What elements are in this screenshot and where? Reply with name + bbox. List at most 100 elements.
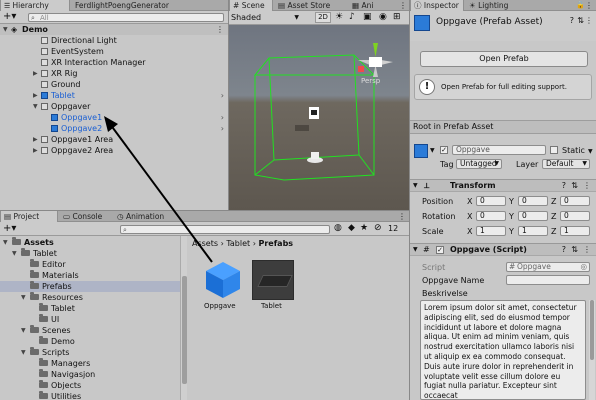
oppgave-name-field[interactable] <box>506 275 590 285</box>
more-icon[interactable]: ⋮ <box>583 180 591 192</box>
help-icon[interactable]: ? <box>570 16 574 25</box>
expand-arrow-icon[interactable]: ▼ <box>12 248 17 259</box>
more-icon[interactable]: ⋮ <box>398 211 406 222</box>
expand-arrow-icon[interactable]: ▶ <box>33 90 38 101</box>
settings-icon[interactable]: ⇅ <box>577 16 584 25</box>
transform-header[interactable]: ▼ ⟂ Transform ? ⇅ ⋮ <box>410 179 596 192</box>
folder-materials[interactable]: Materials <box>0 270 180 281</box>
expand-arrow-icon[interactable]: ▼ <box>3 237 8 248</box>
folder-resources-tablet[interactable]: Tablet <box>0 303 180 314</box>
chevron-right-icon[interactable]: › <box>221 90 224 101</box>
folder-objects[interactable]: Objects <box>0 380 180 391</box>
tab-project[interactable]: ▤ Project <box>0 211 58 222</box>
hidden-packages-icon[interactable]: ⊘ <box>374 223 382 233</box>
chevron-right-icon[interactable]: › <box>221 112 224 123</box>
tab-hierarchy[interactable]: ☰ Hierarchy <box>0 0 70 11</box>
add-icon[interactable]: +▾ <box>3 222 16 235</box>
hierarchy-item-tablet[interactable]: ▶ Tablet › <box>0 90 228 101</box>
gizmos-icon[interactable]: ⊞ <box>393 12 401 22</box>
active-checkbox[interactable]: ✓ <box>440 146 448 154</box>
more-icon[interactable]: ⋮ <box>585 16 593 25</box>
static-checkbox[interactable] <box>550 146 558 154</box>
panel-divider-horizontal[interactable] <box>0 210 409 211</box>
hierarchy-item-xr-interaction-manager[interactable]: XR Interaction Manager <box>0 57 228 68</box>
folder-resources[interactable]: ▼ Resources <box>0 292 180 303</box>
expand-arrow-icon[interactable]: ▼ <box>21 292 26 303</box>
tab-scene[interactable]: # Scene <box>229 0 273 11</box>
project-search-input[interactable]: ⌕ <box>120 225 330 234</box>
open-prefab-button[interactable]: Open Prefab <box>420 51 588 67</box>
scrollbar-thumb[interactable] <box>182 276 187 384</box>
rotation-y-field[interactable]: 0 <box>518 211 548 221</box>
folder-utilities[interactable]: Utilities <box>0 391 180 400</box>
folder-tree-scrollbar[interactable] <box>180 236 187 400</box>
tab-console[interactable]: ▭ Console <box>60 211 112 222</box>
tab-animator[interactable]: ▦ Ani <box>349 0 389 11</box>
position-x-field[interactable]: 0 <box>476 196 506 206</box>
hierarchy-item-xr-rig[interactable]: ▶ XR Rig <box>0 68 228 79</box>
filter-type-icon[interactable]: ◍ <box>334 223 342 233</box>
rotation-x-field[interactable]: 0 <box>476 211 506 221</box>
beskrivelse-textarea[interactable]: Lorem ipsum dolor sit amet, consectetur … <box>420 300 586 400</box>
add-icon[interactable]: +▾ <box>3 11 16 23</box>
breadcrumb-tablet[interactable]: Tablet <box>226 239 250 248</box>
lock-icon[interactable]: 🔒 <box>576 0 585 11</box>
panel-divider-vertical[interactable] <box>409 0 410 400</box>
filter-label-icon[interactable]: ◆ <box>348 223 355 233</box>
object-name-field[interactable]: Oppgave <box>452 145 546 155</box>
panel-divider-vertical[interactable] <box>228 0 229 210</box>
position-z-field[interactable]: 0 <box>560 196 590 206</box>
more-icon[interactable]: ⋮ <box>399 0 407 11</box>
hierarchy-item-oppgave1-area[interactable]: ▶ Oppgave1 Area <box>0 134 228 145</box>
folder-ui[interactable]: UI <box>0 314 180 325</box>
help-icon[interactable]: ? <box>562 180 566 192</box>
audio-toggle-icon[interactable]: ♪ <box>349 12 355 22</box>
scale-y-field[interactable]: 1 <box>518 226 548 236</box>
tab-inspector[interactable]: ⓘ Inspector <box>410 0 464 11</box>
preset-icon[interactable]: ⇅ <box>571 244 578 256</box>
chevron-right-icon[interactable]: › <box>221 123 224 134</box>
hierarchy-item-ground[interactable]: Ground <box>0 79 228 90</box>
script-header[interactable]: ▼ # ✓ Oppgave (Script) ? ⇅ ⋮ <box>410 243 596 256</box>
asset-oppgave[interactable]: Oppgave <box>200 258 246 314</box>
lighting-toggle-icon[interactable]: ☀ <box>335 12 343 22</box>
orientation-gizmo[interactable]: Persp <box>355 41 395 85</box>
scene-row[interactable]: ▼ ◈ Demo ⋮ <box>0 24 228 35</box>
breadcrumb-prefabs[interactable]: Prefabs <box>258 239 293 248</box>
script-enabled-checkbox[interactable]: ✓ <box>436 246 444 254</box>
scrollbar-thumb[interactable] <box>590 300 594 360</box>
folder-assets[interactable]: ▼ Assets <box>0 237 180 248</box>
scene-viewport[interactable]: Persp <box>229 25 409 210</box>
expand-arrow-icon[interactable]: ▶ <box>33 134 38 145</box>
hierarchy-item-directional-light[interactable]: Directional Light <box>0 35 228 46</box>
folder-editor[interactable]: Editor <box>0 259 180 270</box>
shading-mode-dropdown[interactable]: Shaded ▼ <box>231 12 301 23</box>
folder-prefabs[interactable]: Prefabs <box>0 281 180 292</box>
hierarchy-search-input[interactable]: ⌕ All <box>28 13 224 22</box>
tab-lighting[interactable]: ☀ Lighting <box>466 0 522 11</box>
more-icon[interactable]: ⋮ <box>583 244 591 256</box>
target-icon[interactable]: ◎ <box>580 263 587 271</box>
toggle-2d-button[interactable]: 2D <box>315 12 331 23</box>
more-icon[interactable]: ⋮ <box>216 24 224 35</box>
tab-ferdlight[interactable]: FerdlightPoengGenerator <box>72 0 228 11</box>
effects-icon[interactable]: ▣ <box>363 12 372 22</box>
more-icon[interactable]: ⋮ <box>585 0 593 11</box>
favorite-icon[interactable]: ★ <box>360 223 368 233</box>
preset-icon[interactable]: ⇅ <box>571 180 578 192</box>
asset-tablet[interactable]: Tablet <box>250 258 296 314</box>
expand-arrow-icon[interactable]: ▼ <box>3 24 8 35</box>
folder-managers[interactable]: Managers <box>0 358 180 369</box>
scale-z-field[interactable]: 1 <box>560 226 590 236</box>
tag-dropdown[interactable]: Untagged ▼ <box>456 159 502 169</box>
layer-dropdown[interactable]: Default ▼ <box>542 159 590 169</box>
tab-animation[interactable]: ◷ Animation <box>114 211 174 222</box>
folder-scripts[interactable]: ▼ Scripts <box>0 347 180 358</box>
folder-navigasjon[interactable]: Navigasjon <box>0 369 180 380</box>
expand-arrow-icon[interactable]: ▼ <box>21 325 26 336</box>
hierarchy-item-oppgave2[interactable]: Oppgave2 › <box>0 123 228 134</box>
hierarchy-item-oppgave2-area[interactable]: ▶ Oppgave2 Area <box>0 145 228 156</box>
expand-arrow-icon[interactable]: ▼ <box>21 347 26 358</box>
hierarchy-item-oppgaver[interactable]: ▼ Oppgaver <box>0 101 228 112</box>
folder-demo[interactable]: Demo <box>0 336 180 347</box>
